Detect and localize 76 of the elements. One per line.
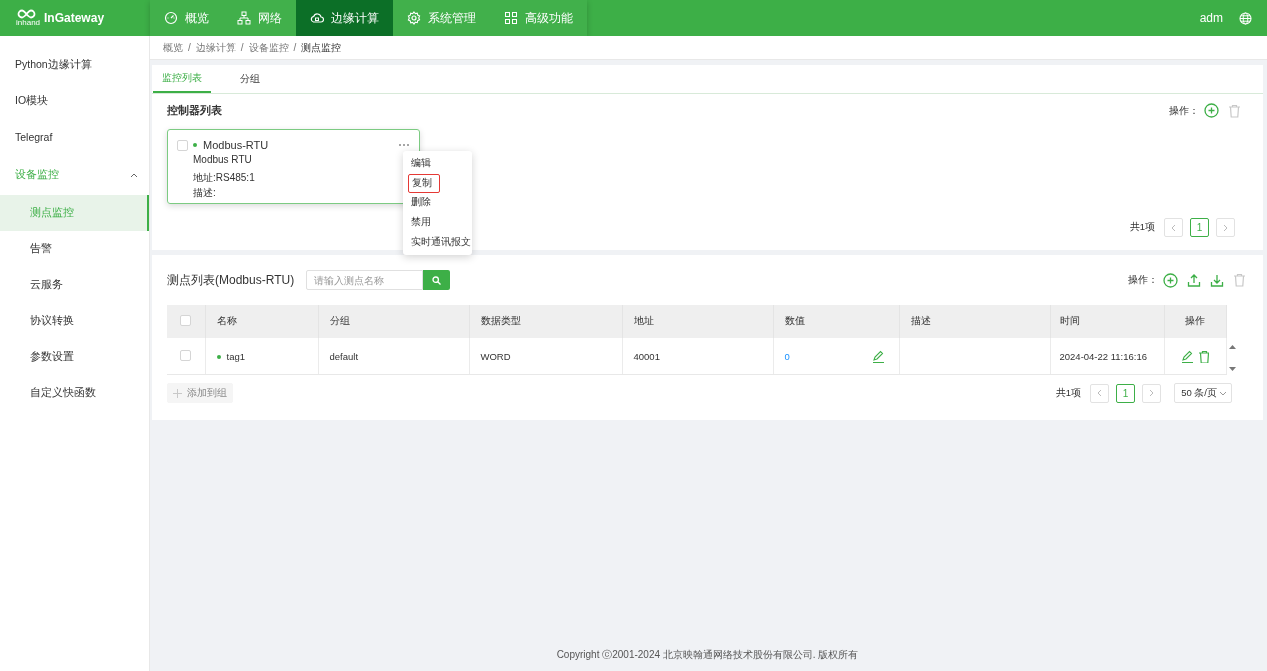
- breadcrumb-link[interactable]: 设备监控: [248, 40, 289, 55]
- column-header: 分组: [318, 305, 469, 339]
- sidebar-item[interactable]: 告警: [0, 231, 149, 267]
- menu-item[interactable]: 编辑: [408, 154, 467, 174]
- copyright-text: Copyright ⓒ2001-2024 北京映翰通网络技术股份有限公司. 版权所有: [555, 648, 860, 662]
- network-icon: [237, 11, 251, 25]
- total-count: 共1项: [1055, 386, 1082, 400]
- sidebar-item[interactable]: IO模块: [0, 83, 149, 119]
- table-cell: default: [329, 350, 359, 362]
- page-size-select[interactable]: 50 条/页: [1174, 383, 1232, 403]
- search-button[interactable]: [423, 270, 451, 290]
- gauge-icon: [164, 11, 178, 25]
- sidebar-item[interactable]: 协议转换: [0, 303, 149, 339]
- breadcrumb-separator: /: [293, 42, 297, 53]
- download-icon[interactable]: [1210, 273, 1224, 287]
- actions-label: 操作：: [1128, 273, 1158, 287]
- table-cell: 2024-04-22 11:16:16: [1059, 350, 1147, 362]
- column-header: 名称: [205, 305, 318, 339]
- gear-icon: [407, 11, 421, 25]
- section-title: 控制器列表: [167, 103, 222, 118]
- caret-icon: [1219, 390, 1227, 396]
- cloud-icon: [310, 11, 324, 25]
- menu-item[interactable]: 禁用: [408, 212, 467, 233]
- column-header: 数值: [773, 305, 899, 339]
- controller-name: Modbus-RTU: [203, 139, 269, 151]
- column-header: 地址: [622, 305, 773, 339]
- checkbox[interactable]: [180, 315, 192, 327]
- table-cell: WORD: [480, 350, 511, 362]
- column-header: 操作: [1164, 305, 1226, 339]
- search-icon: [432, 275, 442, 285]
- caret-icon: [130, 172, 138, 178]
- chevron-left-icon: [1171, 223, 1176, 232]
- section-title: 测点列表(Modbus-RTU): [167, 271, 295, 289]
- breadcrumb-link[interactable]: 概览: [163, 40, 183, 55]
- grid-icon: [504, 11, 518, 25]
- tab[interactable]: 分组: [231, 65, 269, 93]
- column-header: 描述: [899, 305, 1050, 339]
- add-icon[interactable]: [1163, 272, 1178, 288]
- chevron-right-icon: [1149, 389, 1155, 397]
- table-cell: 40001: [633, 350, 660, 362]
- plus-icon: [173, 388, 182, 398]
- menu-item[interactable]: 删除: [408, 193, 467, 213]
- add-icon[interactable]: [1204, 103, 1219, 118]
- sidebar-item[interactable]: Telegraf: [0, 119, 149, 155]
- sidebar-item[interactable]: 参数设置: [0, 339, 149, 375]
- breadcrumb-link[interactable]: 边缘计算: [195, 40, 236, 55]
- search-field[interactable]: 请输入测点名称: [306, 270, 424, 290]
- sidebar-item[interactable]: 云服务: [0, 267, 149, 303]
- trash-icon[interactable]: [1228, 103, 1241, 118]
- nav-tab[interactable]: 边缘计算: [296, 0, 393, 36]
- column-header: 数据类型: [469, 305, 622, 339]
- description-text: 描述:: [192, 186, 217, 200]
- logo-text: InGateway: [44, 11, 105, 25]
- edit-icon[interactable]: [1181, 349, 1194, 363]
- trash-icon[interactable]: [1233, 273, 1246, 287]
- checkbox[interactable]: [180, 349, 192, 361]
- edit-icon[interactable]: [871, 349, 885, 363]
- sidebar-item[interactable]: Python边缘计算: [0, 47, 149, 83]
- protocol-text: Modbus RTU: [192, 154, 253, 165]
- breadcrumb-separator: /: [240, 42, 244, 53]
- table-cell: tag1: [226, 350, 245, 362]
- address-text: 地址:RS485:1: [192, 171, 256, 185]
- upload-icon[interactable]: [1187, 273, 1201, 287]
- trash-icon[interactable]: [1198, 349, 1209, 363]
- checkbox[interactable]: [177, 139, 188, 151]
- menu-item[interactable]: 复制: [408, 173, 440, 194]
- breadcrumb-separator: /: [188, 42, 191, 53]
- actions-label: 操作：: [1169, 103, 1199, 118]
- column-header: 时间: [1050, 305, 1164, 339]
- chevron-left-icon: [1097, 389, 1103, 397]
- total-count: 共1项: [1129, 221, 1155, 234]
- more-icon[interactable]: [398, 143, 410, 147]
- globe-icon[interactable]: [1239, 11, 1252, 25]
- logo-subtext: inhand: [16, 19, 41, 27]
- chevron-right-icon: [1223, 223, 1228, 232]
- sidebar-item[interactable]: 自定义快函数: [0, 375, 149, 411]
